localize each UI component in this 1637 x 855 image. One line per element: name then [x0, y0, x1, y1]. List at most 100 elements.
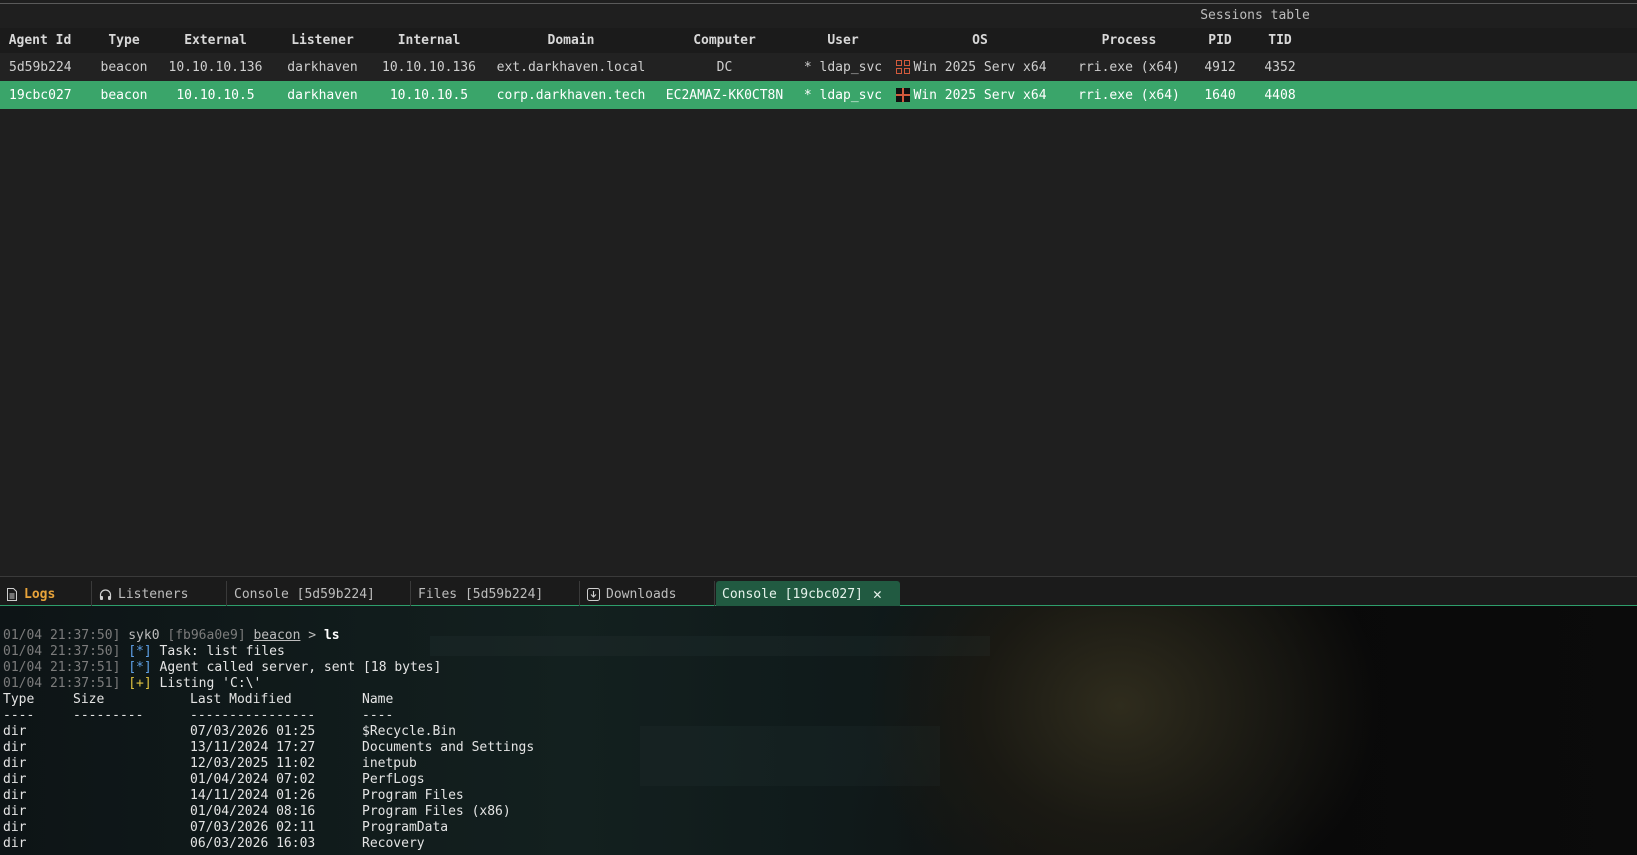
command-text: ls — [323, 628, 340, 643]
console-line: 01/04 21:37:51] [+] Listing 'C:\' — [3, 676, 441, 692]
col-pid[interactable]: PID — [1195, 28, 1245, 53]
entry-name: $Recycle.Bin — [362, 724, 456, 739]
col-agent-id[interactable]: Agent Id — [0, 28, 80, 53]
os-name: Win 2025 Serv x64 — [913, 59, 1047, 75]
entry-name: PerfLogs — [362, 772, 425, 787]
agent-type: beacon — [100, 59, 148, 75]
tab-logs[interactable]: Logs — [0, 581, 92, 607]
agent-type: beacon — [100, 87, 148, 103]
headphones-icon — [99, 588, 112, 600]
external-ip: 10.10.10.5 — [176, 87, 255, 103]
entry-type: dir — [3, 788, 27, 803]
console-log: 01/04 21:37:50] syk0 [fb96a0e9] beacon >… — [3, 628, 441, 692]
domain-name: ext.darkhaven.local — [496, 59, 646, 75]
tab-listeners[interactable]: Listeners — [93, 581, 227, 607]
user-name: * ldap_svc — [803, 59, 883, 75]
tab-label: Downloads — [606, 586, 677, 602]
entry-modified: 01/04/2024 07:02 — [190, 772, 316, 787]
download-icon — [587, 587, 600, 601]
process-name: rri.exe (x64) — [1078, 59, 1180, 75]
tab-console-19cbc027[interactable]: Console [19cbc027] ✕ — [716, 581, 900, 607]
col-internal[interactable]: Internal — [375, 28, 483, 53]
internal-ip: 10.10.10.5 — [389, 87, 469, 103]
col-listener[interactable]: Listener — [275, 28, 370, 53]
table-row[interactable]: 5d59b224 beacon 10.10.10.136 darkhaven 1… — [0, 53, 1637, 81]
col-os[interactable]: OS — [920, 28, 1040, 53]
close-icon[interactable]: ✕ — [873, 585, 882, 603]
operator-hash: [fb96a0e9] — [167, 628, 246, 643]
listing-col-type: Type — [3, 692, 35, 707]
line-text: Listing 'C:\' — [159, 676, 262, 691]
separator: ---- — [3, 708, 35, 723]
agent-id: 19cbc027 — [9, 87, 72, 103]
entry-modified: 14/11/2024 01:26 — [190, 788, 316, 803]
top-divider — [0, 3, 1637, 4]
tab-files-5d59b224[interactable]: Files [5d59b224] — [412, 581, 580, 607]
background-art — [640, 726, 940, 786]
console-line: 01/04 21:37:50] syk0 [fb96a0e9] beacon >… — [3, 628, 441, 644]
success-marker: [+] — [128, 676, 152, 691]
windows-icon — [893, 81, 913, 109]
entry-type: dir — [3, 724, 27, 739]
col-computer[interactable]: Computer — [657, 28, 792, 53]
process-name: rri.exe (x64) — [1078, 87, 1180, 103]
prompt-symbol: > — [308, 628, 317, 643]
timestamp: 01/04 21:37:50] — [3, 628, 121, 643]
computer-name: EC2AMAZ-KK0CT8N — [665, 87, 784, 103]
entry-type: dir — [3, 804, 27, 819]
info-marker: [*] — [128, 660, 152, 675]
separator: ---------------- — [190, 708, 316, 723]
col-domain[interactable]: Domain — [490, 28, 652, 53]
listing-col-name: Name — [362, 692, 394, 707]
tab-label: Logs — [24, 586, 56, 602]
col-tid[interactable]: TID — [1255, 28, 1305, 53]
tid: 4352 — [1264, 59, 1296, 75]
col-user[interactable]: User — [797, 28, 889, 53]
entry-name: Program Files — [362, 788, 464, 803]
agent-id: 5d59b224 — [9, 59, 72, 75]
listener-name: darkhaven — [287, 59, 358, 75]
console-line: 01/04 21:37:51] [*] Agent called server,… — [3, 660, 441, 676]
line-text: Agent called server, sent [18 bytes] — [159, 660, 442, 675]
bottom-tab-bar: Logs Listeners Console [5d59b224] Files … — [0, 576, 1637, 607]
entry-modified: 07/03/2026 02:11 — [190, 820, 316, 835]
tab-label: Listeners — [118, 586, 189, 602]
separator: ---- — [362, 708, 394, 723]
entry-modified: 07/03/2026 01:25 — [190, 724, 316, 739]
tab-label: Files [5d59b224] — [418, 586, 544, 602]
tab-label: Console [5d59b224] — [234, 586, 375, 602]
agent-link[interactable]: beacon — [253, 628, 300, 643]
entry-modified: 01/04/2024 08:16 — [190, 804, 316, 819]
col-external[interactable]: External — [163, 28, 268, 53]
col-type[interactable]: Type — [85, 28, 163, 53]
tab-downloads[interactable]: Downloads — [581, 581, 715, 607]
col-process[interactable]: Process — [1070, 28, 1188, 53]
operator-name: syk0 — [128, 628, 160, 643]
sessions-table: Agent Id Type External Listener Internal… — [0, 28, 1637, 109]
table-header: Agent Id Type External Listener Internal… — [0, 28, 1637, 53]
entry-type: dir — [3, 820, 27, 835]
console-line: 01/04 21:37:50] [*] Task: list files — [3, 644, 441, 660]
background-art — [430, 636, 990, 656]
domain-name: corp.darkhaven.tech — [496, 87, 646, 103]
entry-modified: 06/03/2026 16:03 — [190, 836, 316, 851]
listener-name: darkhaven — [287, 87, 358, 103]
external-ip: 10.10.10.136 — [168, 59, 263, 75]
entry-type: dir — [3, 756, 27, 771]
tid: 4408 — [1264, 87, 1296, 103]
tab-console-5d59b224[interactable]: Console [5d59b224] — [228, 581, 411, 607]
pid: 1640 — [1204, 87, 1236, 103]
os-name: Win 2025 Serv x64 — [913, 87, 1047, 103]
pid: 4912 — [1204, 59, 1236, 75]
entry-type: dir — [3, 836, 27, 851]
sessions-table-title: Sessions table — [1200, 8, 1310, 23]
entry-name: Documents and Settings — [362, 740, 535, 755]
timestamp: 01/04 21:37:51] — [3, 676, 121, 691]
timestamp: 01/04 21:37:50] — [3, 644, 121, 659]
entry-type: dir — [3, 772, 27, 787]
entry-type: dir — [3, 740, 27, 755]
console-output[interactable]: 01/04 21:37:50] syk0 [fb96a0e9] beacon >… — [0, 606, 1637, 855]
table-row-selected[interactable]: 19cbc027 beacon 10.10.10.5 darkhaven 10.… — [0, 81, 1637, 109]
line-text: Task: list files — [159, 644, 285, 659]
entry-name: ProgramData — [362, 820, 449, 835]
